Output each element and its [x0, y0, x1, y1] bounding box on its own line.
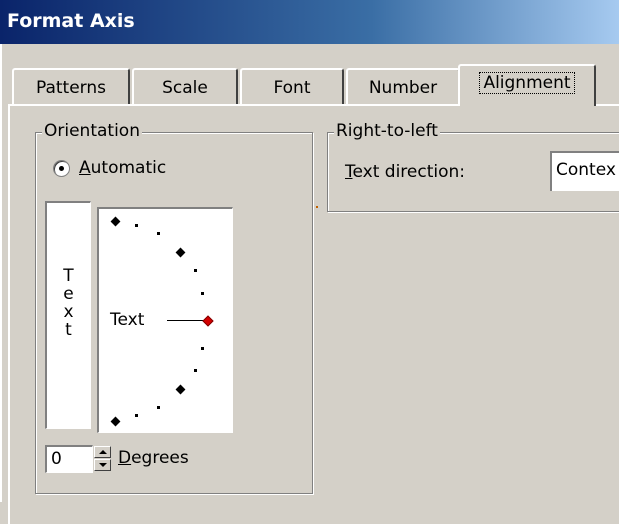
dial-tick — [135, 414, 138, 417]
dial-marker-lower — [175, 384, 186, 395]
tab-font[interactable]: Font — [240, 68, 344, 104]
tab-number-label: Number — [368, 78, 438, 98]
dial-marker-bottom — [110, 416, 121, 427]
tab-alignment[interactable]: Alignment — [458, 64, 596, 106]
degrees-label: Degrees — [118, 448, 189, 468]
dial-tick — [135, 224, 138, 227]
dial-tick — [194, 369, 197, 372]
dial-tick — [194, 269, 197, 272]
tab-alignment-label: Alignment — [479, 72, 575, 94]
dial-marker-top — [110, 216, 121, 227]
automatic-radio-circle[interactable] — [53, 160, 70, 177]
radio-checked-dot — [59, 166, 64, 171]
tab-patterns-label: Patterns — [35, 78, 107, 98]
degrees-spin-down[interactable] — [94, 459, 111, 471]
vertical-text-letter: t — [65, 320, 72, 340]
spin-up-icon — [99, 450, 107, 454]
orientation-group: Orientation Automatic T e x t Text 0 Deg… — [35, 121, 313, 494]
orientation-dial[interactable]: Text — [97, 207, 233, 433]
dial-marker-upper — [175, 247, 186, 258]
dial-indicator-handle[interactable] — [202, 315, 214, 327]
window-title: Format Axis — [0, 0, 619, 44]
tab-number[interactable]: Number — [346, 68, 460, 104]
vertical-text-letter: e — [63, 284, 74, 304]
tab-scale-label: Scale — [162, 78, 208, 98]
text-direction-label: Text direction: — [345, 162, 466, 182]
dial-tick — [201, 347, 204, 350]
right-to-left-legend: Right-to-left — [334, 121, 440, 141]
orientation-legend: Orientation — [42, 121, 142, 141]
tab-font-label: Font — [273, 78, 311, 98]
dial-tick — [201, 292, 204, 295]
degrees-input[interactable]: 0 — [45, 445, 93, 473]
vertical-text-box[interactable]: T e x t — [45, 201, 91, 429]
tab-scale[interactable]: Scale — [132, 68, 238, 104]
text-direction-select[interactable]: Contex — [550, 151, 619, 191]
vertical-text-letter: x — [63, 302, 74, 322]
spin-down-icon — [99, 463, 107, 467]
automatic-radio-label: Automatic — [79, 158, 167, 178]
dial-tick — [157, 406, 160, 409]
degrees-spin-up[interactable] — [94, 446, 111, 458]
tab-patterns[interactable]: Patterns — [12, 68, 130, 104]
dial-indicator-line — [167, 320, 203, 321]
alignment-tab-panel: Orientation Automatic T e x t Text 0 Deg… — [8, 104, 619, 524]
automatic-radio[interactable]: Automatic — [53, 157, 213, 179]
focus-marker-dot — [316, 206, 318, 208]
right-to-left-group: Right-to-left Text direction: Contex — [327, 121, 619, 212]
dial-tick — [157, 232, 160, 235]
vertical-text-letter: T — [63, 266, 74, 286]
dial-text: Text — [110, 310, 145, 330]
